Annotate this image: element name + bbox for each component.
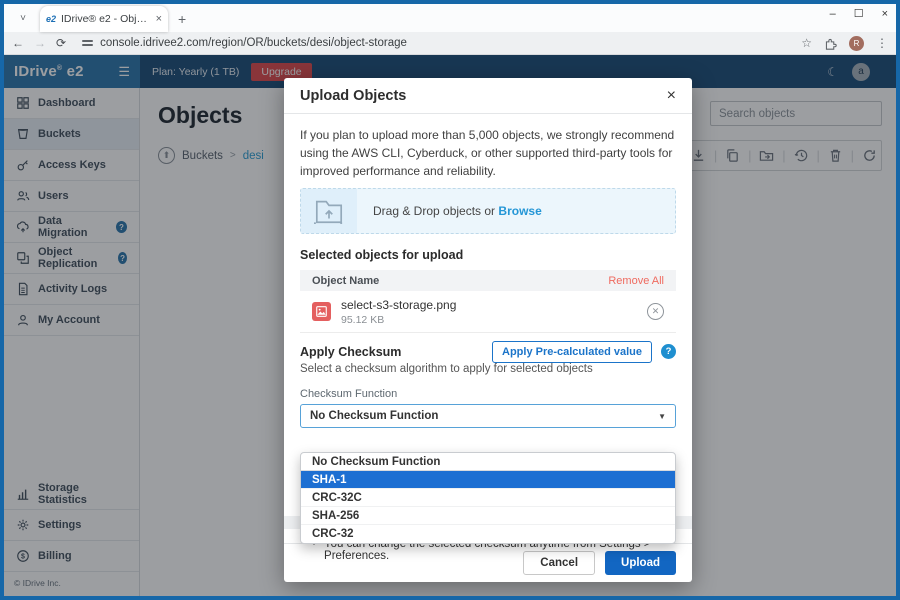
tab-close-icon[interactable]: × xyxy=(156,13,162,25)
url-text[interactable]: console.idrivee2.com/region/OR/buckets/d… xyxy=(100,37,407,49)
maximize-button[interactable]: ☐ xyxy=(854,7,864,20)
selected-objects-heading: Selected objects for upload xyxy=(300,248,464,262)
checksum-select-value: No Checksum Function xyxy=(310,410,439,422)
dropzone[interactable]: Drag & Drop objects or Browse xyxy=(300,188,676,234)
forward-icon: → xyxy=(34,36,46,50)
browser-window: ˅ e2 IDrive® e2 - Object storage × + – ☐… xyxy=(0,0,900,600)
reload-icon[interactable]: ⟳ xyxy=(56,36,66,50)
chevron-down-icon: ▼ xyxy=(658,411,666,421)
upload-info-text: If you plan to upload more than 5,000 ob… xyxy=(300,128,675,178)
site-settings-icon[interactable] xyxy=(82,38,94,47)
checksum-select[interactable]: No Checksum Function ▼ xyxy=(300,404,676,428)
tab-search-chevron-icon[interactable]: ˅ xyxy=(10,7,36,29)
file-name: select-s3-storage.png xyxy=(341,297,457,312)
browse-link[interactable]: Browse xyxy=(498,204,541,218)
upload-folder-icon xyxy=(314,200,344,225)
idrive-favicon-icon: e2 xyxy=(46,14,57,24)
browser-profile-avatar[interactable]: R xyxy=(849,35,864,51)
upload-objects-modal: Upload Objects × If you plan to upload m… xyxy=(284,78,692,582)
modal-close-icon[interactable]: × xyxy=(667,88,676,104)
upload-button[interactable]: Upload xyxy=(605,551,676,575)
checksum-dropdown-list: No Checksum Function SHA-1 CRC-32C SHA-2… xyxy=(300,452,676,544)
new-tab-button[interactable]: + xyxy=(178,11,186,27)
browser-toolbar: ← → ⟳ console.idrivee2.com/region/OR/buc… xyxy=(4,32,896,55)
checksum-function-label: Checksum Function xyxy=(300,388,398,400)
dropdown-option-crc32[interactable]: CRC-32 xyxy=(301,525,675,543)
tab-strip: ˅ e2 IDrive® e2 - Object storage × + – ☐… xyxy=(4,4,896,32)
checksum-subtitle: Select a checksum algorithm to apply for… xyxy=(300,363,593,375)
back-icon[interactable]: ← xyxy=(12,36,24,50)
minimize-button[interactable]: – xyxy=(830,8,836,20)
remove-all-link[interactable]: Remove All xyxy=(608,275,664,287)
address-bar[interactable]: console.idrivee2.com/region/OR/buckets/d… xyxy=(76,37,791,49)
cancel-button[interactable]: Cancel xyxy=(523,551,596,575)
file-size: 95.12 KB xyxy=(341,313,385,326)
remove-file-icon[interactable]: ✕ xyxy=(647,303,664,320)
browser-menu-icon[interactable]: ⋮ xyxy=(876,36,888,50)
dropdown-option-crc32c[interactable]: CRC-32C xyxy=(301,489,675,507)
extensions-icon[interactable] xyxy=(824,37,837,50)
checksum-help-icon[interactable]: ? xyxy=(661,344,676,359)
apply-precalculated-button[interactable]: Apply Pre-calculated value xyxy=(492,341,652,363)
browser-tab[interactable]: e2 IDrive® e2 - Object storage × xyxy=(40,6,168,32)
file-row: select-s3-storage.png 95.12 KB ✕ xyxy=(300,291,676,333)
tab-title: IDrive® e2 - Object storage xyxy=(61,13,151,25)
dropdown-option-sha256[interactable]: SHA-256 xyxy=(301,507,675,525)
modal-title: Upload Objects xyxy=(300,88,407,104)
dropzone-text: Drag & Drop objects or xyxy=(373,204,496,218)
dropdown-option-sha1[interactable]: SHA-1 xyxy=(301,471,675,489)
close-window-button[interactable]: × xyxy=(882,8,888,20)
image-file-icon xyxy=(312,302,331,321)
bookmark-star-icon[interactable]: ☆ xyxy=(801,36,812,50)
app-area: IDrive® e2 ☰ Plan: Yearly (1 TB) Upgrade… xyxy=(4,55,896,596)
object-name-column: Object Name xyxy=(312,274,380,287)
object-table-header: Object Name Remove All xyxy=(300,270,676,291)
dropdown-option-no-checksum[interactable]: No Checksum Function xyxy=(301,453,675,471)
